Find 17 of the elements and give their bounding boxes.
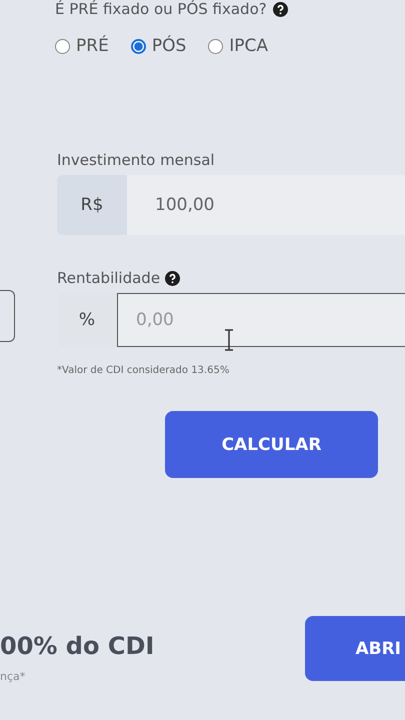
cdi-note: *Valor de CDI considerado 13.65%	[57, 365, 230, 376]
question-label: É PRÉ fixado ou PÓS fixado?	[55, 0, 267, 18]
result-text: 00% do CDI	[0, 632, 154, 660]
radio-option[interactable]: PRÉ	[55, 36, 109, 56]
text-cursor-icon	[224, 329, 234, 351]
amount-field[interactable]: 100,00	[127, 175, 405, 235]
radio-option[interactable]: IPCA	[208, 36, 268, 56]
field-label: Investimento mensal	[57, 151, 216, 169]
rate-field[interactable]: 0,00	[117, 293, 405, 347]
help-icon[interactable]	[165, 270, 180, 286]
help-icon[interactable]	[272, 2, 288, 16]
currency-addon: R$	[57, 175, 127, 235]
field-label: Rentabilidade	[57, 269, 160, 287]
calculate-button[interactable]: CALCULAR	[165, 411, 378, 478]
radio-option[interactable]: PÓS	[130, 36, 186, 56]
footnote-text: nça*	[0, 670, 26, 683]
open-button[interactable]: ABRI	[305, 616, 405, 681]
